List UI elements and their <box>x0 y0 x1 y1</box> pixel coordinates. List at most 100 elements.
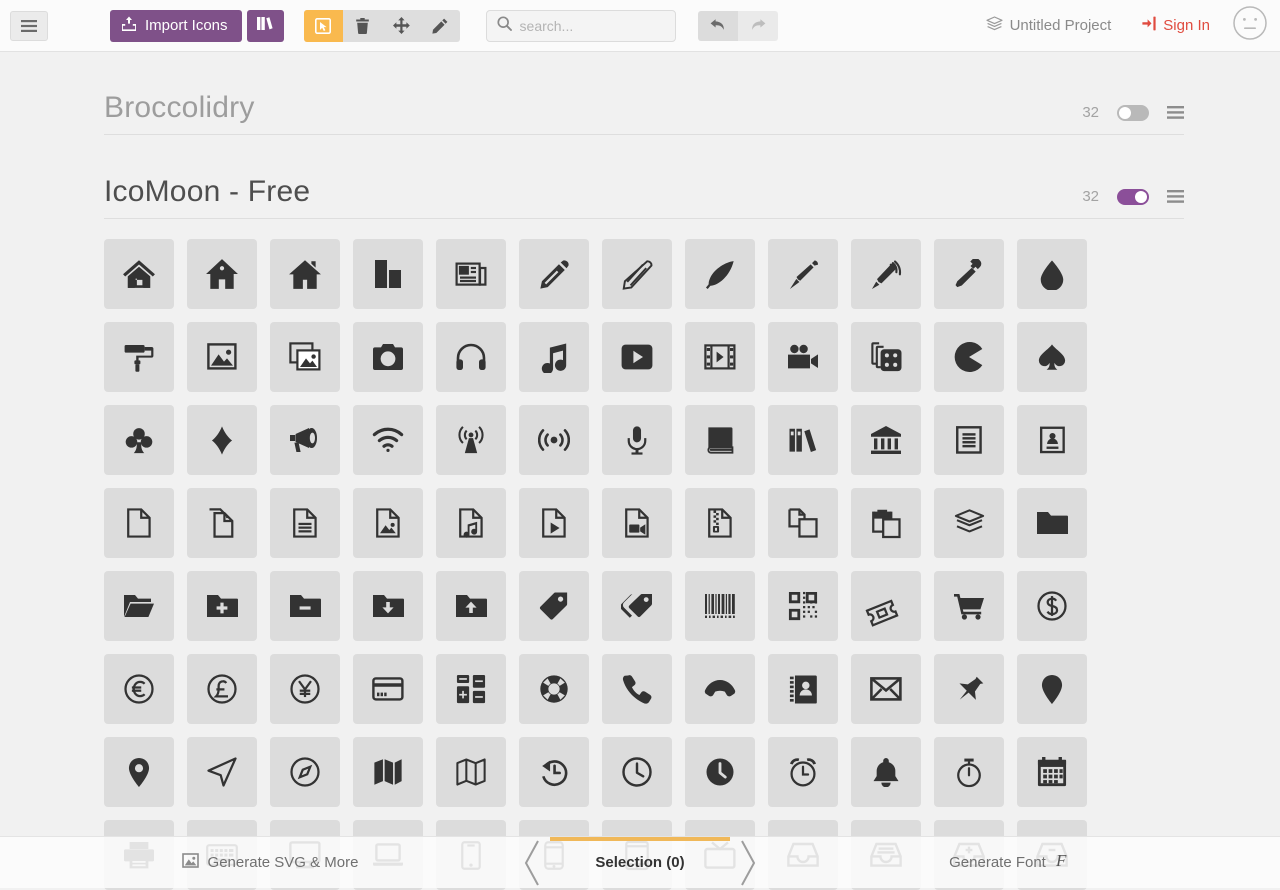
icon-tile[interactable] <box>851 239 921 309</box>
icon-tile[interactable] <box>602 571 672 641</box>
icon-tile[interactable] <box>1017 322 1087 392</box>
icon-tile[interactable] <box>602 737 672 807</box>
search-box[interactable] <box>486 10 676 42</box>
set-visibility-toggle[interactable] <box>1117 189 1149 205</box>
icon-tile[interactable] <box>436 654 506 724</box>
icon-tile[interactable] <box>602 488 672 558</box>
icon-tile[interactable] <box>104 654 174 724</box>
icon-tile[interactable] <box>519 654 589 724</box>
icon-tile[interactable] <box>270 322 340 392</box>
redo-button[interactable] <box>738 11 778 41</box>
icon-tile[interactable] <box>934 737 1004 807</box>
icon-tile[interactable] <box>104 571 174 641</box>
icon-tile[interactable] <box>187 405 257 475</box>
icon-tile[interactable] <box>768 654 838 724</box>
sign-in-button[interactable]: Sign In <box>1141 16 1210 35</box>
icon-tile[interactable] <box>934 571 1004 641</box>
icon-tile[interactable] <box>353 239 423 309</box>
set-menu-button[interactable] <box>1167 106 1184 119</box>
icon-tile[interactable] <box>436 488 506 558</box>
icon-tile[interactable] <box>104 405 174 475</box>
icon-tile[interactable] <box>270 737 340 807</box>
icon-tile[interactable] <box>436 239 506 309</box>
icon-tile[interactable] <box>519 737 589 807</box>
avatar[interactable] <box>1232 5 1268 46</box>
icon-tile[interactable] <box>602 322 672 392</box>
icon-tile[interactable] <box>934 488 1004 558</box>
icon-tile[interactable] <box>934 239 1004 309</box>
icon-tile[interactable] <box>1017 239 1087 309</box>
icon-tile[interactable] <box>270 405 340 475</box>
icon-tile[interactable] <box>187 322 257 392</box>
icon-tile[interactable] <box>104 239 174 309</box>
icon-tile[interactable] <box>602 239 672 309</box>
edit-tool[interactable] <box>421 10 460 42</box>
icon-tile[interactable] <box>851 571 921 641</box>
icon-tile[interactable] <box>685 737 755 807</box>
icon-tile[interactable] <box>104 488 174 558</box>
icon-tile[interactable] <box>685 405 755 475</box>
icon-tile[interactable] <box>685 654 755 724</box>
set-visibility-toggle[interactable] <box>1117 105 1149 121</box>
move-tool[interactable] <box>382 10 421 42</box>
icon-tile[interactable] <box>685 571 755 641</box>
select-tool[interactable] <box>304 10 343 42</box>
generate-svg-button[interactable]: Generate SVG & More <box>0 837 540 888</box>
icon-tile[interactable] <box>768 405 838 475</box>
icon-tile[interactable] <box>519 488 589 558</box>
icon-tile[interactable] <box>436 405 506 475</box>
icon-library-button[interactable] <box>247 10 284 42</box>
icon-tile[interactable] <box>851 405 921 475</box>
icon-tile[interactable] <box>685 322 755 392</box>
icon-tile[interactable] <box>768 322 838 392</box>
set-menu-button[interactable] <box>1167 190 1184 203</box>
icon-tile[interactable] <box>436 571 506 641</box>
icon-tile[interactable] <box>353 654 423 724</box>
generate-font-button[interactable]: Generate Font F <box>740 837 1280 888</box>
icon-tile[interactable] <box>934 405 1004 475</box>
import-icons-button[interactable]: Import Icons <box>110 10 242 42</box>
icon-tile[interactable] <box>1017 571 1087 641</box>
icon-tile[interactable] <box>1017 737 1087 807</box>
icon-tile[interactable] <box>519 239 589 309</box>
icon-tile[interactable] <box>104 322 174 392</box>
icon-tile[interactable] <box>436 737 506 807</box>
icon-tile[interactable] <box>519 322 589 392</box>
icon-tile[interactable] <box>270 239 340 309</box>
icon-tile[interactable] <box>851 322 921 392</box>
icon-tile[interactable] <box>1017 405 1087 475</box>
icon-tile[interactable] <box>187 654 257 724</box>
icon-tile[interactable] <box>851 488 921 558</box>
icon-tile[interactable] <box>1017 488 1087 558</box>
icon-tile[interactable] <box>768 737 838 807</box>
icon-tile[interactable] <box>602 654 672 724</box>
icon-tile[interactable] <box>685 239 755 309</box>
icon-tile[interactable] <box>768 239 838 309</box>
icon-tile[interactable] <box>1017 654 1087 724</box>
icon-tile[interactable] <box>519 405 589 475</box>
icon-tile[interactable] <box>436 322 506 392</box>
undo-button[interactable] <box>698 11 738 41</box>
icon-tile[interactable] <box>353 405 423 475</box>
icon-tile[interactable] <box>187 737 257 807</box>
selection-tab[interactable]: Selection (0) <box>540 837 740 888</box>
icon-tile[interactable] <box>851 737 921 807</box>
app-menu-button[interactable] <box>10 11 48 41</box>
icon-tile[interactable] <box>768 571 838 641</box>
icon-tile[interactable] <box>353 737 423 807</box>
icon-tile[interactable] <box>685 488 755 558</box>
icon-tile[interactable] <box>104 737 174 807</box>
icon-tile[interactable] <box>270 571 340 641</box>
icon-tile[interactable] <box>270 488 340 558</box>
icon-tile[interactable] <box>353 488 423 558</box>
project-button[interactable]: Untitled Project <box>986 16 1112 35</box>
icon-tile[interactable] <box>187 239 257 309</box>
icon-tile[interactable] <box>270 654 340 724</box>
icon-tile[interactable] <box>353 322 423 392</box>
icon-tile[interactable] <box>519 571 589 641</box>
delete-tool[interactable] <box>343 10 382 42</box>
icon-tile[interactable] <box>602 405 672 475</box>
icon-tile[interactable] <box>851 654 921 724</box>
icon-tile[interactable] <box>187 488 257 558</box>
icon-tile[interactable] <box>768 488 838 558</box>
